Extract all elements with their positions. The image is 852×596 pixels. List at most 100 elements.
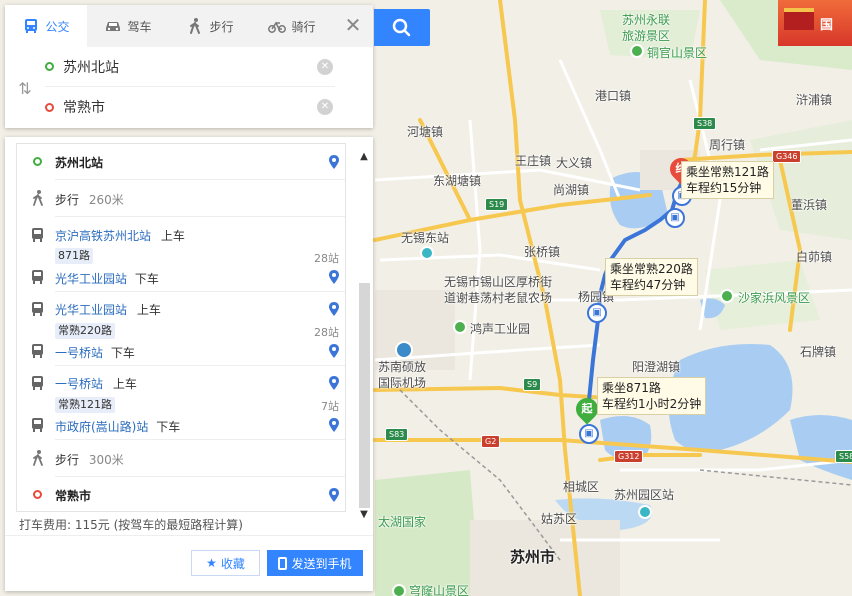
place-label: 石牌镇 [800, 345, 837, 359]
callout-line: 乘坐常熟121路 [686, 165, 769, 179]
destination-row: ✕ [45, 87, 335, 127]
place-label: 穹窿山景区 [409, 584, 470, 596]
origin-input[interactable] [63, 58, 303, 75]
callout-line: 车程约1小时2分钟 [602, 397, 702, 411]
step-destination[interactable]: 常熟市 [17, 477, 345, 511]
locate-pin-icon[interactable] [329, 270, 339, 284]
board-stop[interactable]: 京沪高铁苏州北站 上车 [55, 227, 185, 244]
clear-origin-icon[interactable]: ✕ [317, 58, 333, 75]
park-icon[interactable] [720, 289, 734, 303]
tab-label: 公交 [45, 19, 70, 34]
board-stop[interactable]: 一号桥站 上车 [55, 375, 137, 392]
step-label: 苏州北站 [55, 156, 104, 170]
station-icon[interactable] [638, 505, 652, 519]
step-ride[interactable]: 京沪高铁苏州北站 上车 871路 28站 光华工业园站 下车 [17, 217, 345, 291]
bike-icon [268, 21, 287, 33]
bus-stop-icon[interactable]: ▣ [665, 208, 685, 228]
place-label: 鸿声工业园 [470, 322, 531, 336]
board-stop[interactable]: 光华工业园站 上车 [55, 301, 161, 318]
locate-pin-icon[interactable] [329, 155, 339, 169]
place-label: 白茆镇 [796, 250, 833, 264]
park-icon[interactable] [630, 44, 644, 58]
locate-pin-icon[interactable] [329, 418, 339, 432]
swap-icon[interactable]: ⇅ [15, 79, 35, 101]
locate-pin-icon[interactable] [329, 376, 339, 390]
alight-stop[interactable]: 一号桥站 下车 [55, 344, 135, 361]
stop-name: 市政府(嵩山路)站 [55, 420, 149, 434]
step-walk: 步行 260米 [17, 180, 345, 216]
city-label: 苏州市 [510, 548, 556, 566]
favorite-button[interactable]: ★ 收藏 [191, 550, 260, 576]
clear-destination-icon[interactable]: ✕ [317, 99, 333, 115]
close-icon[interactable]: ✕ [333, 5, 373, 47]
walk-icon [190, 18, 201, 34]
place-label: 相城区 [563, 480, 600, 494]
road-shield: S58 [835, 450, 852, 463]
locate-pin-icon[interactable] [329, 344, 339, 358]
place-label: 姑苏区 [541, 512, 578, 526]
promo-banner[interactable]: 国 [778, 0, 852, 46]
bus-icon [32, 228, 43, 242]
bus-icon [32, 344, 43, 358]
station-icon[interactable] [420, 246, 434, 260]
tab-transit[interactable]: 公交 [5, 5, 87, 47]
bus-stop-icon[interactable]: ▣ [579, 424, 599, 444]
step-ride[interactable]: 一号桥站 上车 常熟121路 7站 市政府(嵩山路)站 下车 [17, 365, 345, 439]
send-to-phone-button[interactable]: 发送到手机 [267, 550, 363, 576]
place-label: 无锡市锡山区厚桥街 [444, 275, 553, 289]
bus-stop-icon[interactable]: ▣ [587, 303, 607, 323]
stop-action: 下车 [134, 272, 159, 286]
alight-stop[interactable]: 市政府(嵩山路)站 下车 [55, 418, 180, 435]
bus-icon [25, 19, 38, 33]
scroll-up-icon[interactable]: ▲ [357, 151, 371, 165]
tab-label: 骑行 [291, 19, 316, 34]
walk-distance: 300米 [88, 453, 124, 467]
origin-dot-icon [45, 62, 54, 71]
route-search-panel: 公交 驾车 步行 骑行 ✕ ⇅ 苏州北站 ✕ 常熟市 ✕ [5, 5, 373, 128]
tab-drive[interactable]: 驾车 [87, 5, 169, 47]
road-shield: G2 [481, 435, 501, 448]
line-badge[interactable]: 常熟220路 [55, 323, 115, 339]
park-icon[interactable] [392, 584, 406, 596]
locate-pin-icon[interactable] [329, 302, 339, 316]
line-badge[interactable]: 871路 [55, 248, 93, 264]
place-label: 沙家浜风景区 [738, 291, 811, 305]
walk-label: 步行 [55, 193, 80, 207]
alight-stop[interactable]: 光华工业园站 下车 [55, 270, 159, 287]
road-shield: S38 [693, 117, 717, 130]
stop-name: 光华工业园站 [55, 303, 128, 317]
route-steps-list: 苏州北站 步行 260米 京沪高铁苏州北站 上车 871路 28站 光华工业园站… [16, 143, 346, 512]
route-callout: 乘坐常熟121路 车程约15分钟 [681, 161, 774, 199]
destination-dot-icon [45, 102, 54, 112]
car-icon [106, 22, 121, 31]
step-origin[interactable]: 苏州北站 [17, 144, 345, 180]
bus-icon [32, 418, 43, 432]
walk-distance: 260米 [88, 193, 124, 207]
tab-bike[interactable]: 骑行 [251, 5, 333, 47]
search-button[interactable] [374, 9, 430, 46]
step-ride[interactable]: 光华工业园站 上车 常熟220路 28站 一号桥站 下车 [17, 291, 345, 365]
star-icon: ★ [206, 556, 217, 570]
locate-pin-icon[interactable] [329, 488, 339, 502]
send-label: 发送到手机 [291, 556, 352, 571]
scroll-thumb[interactable] [359, 283, 370, 508]
place-label: 张桥镇 [524, 245, 561, 259]
line-badge[interactable]: 常熟121路 [55, 397, 115, 413]
tab-walk[interactable]: 步行 [169, 5, 251, 47]
promo-text: 国 [820, 18, 834, 33]
stop-count: 28站 [314, 252, 339, 265]
place-label: 苏南硕放 [378, 360, 427, 374]
scroll-down-icon[interactable]: ▼ [357, 509, 371, 523]
walk-icon [33, 190, 43, 206]
bus-icon [32, 376, 43, 390]
destination-input[interactable] [63, 99, 303, 115]
park-icon[interactable] [453, 320, 467, 334]
place-label: 尚湖镇 [553, 183, 590, 197]
scrollbar[interactable]: ▲ ▼ [357, 147, 371, 520]
bus-icon [32, 302, 43, 316]
step-walk: 步行 300米 [17, 440, 345, 476]
step-label: 步行 300米 [55, 451, 124, 468]
place-label: 河塘镇 [407, 125, 444, 139]
place-label: 周行镇 [709, 138, 746, 152]
origin-dot-icon [33, 157, 42, 166]
